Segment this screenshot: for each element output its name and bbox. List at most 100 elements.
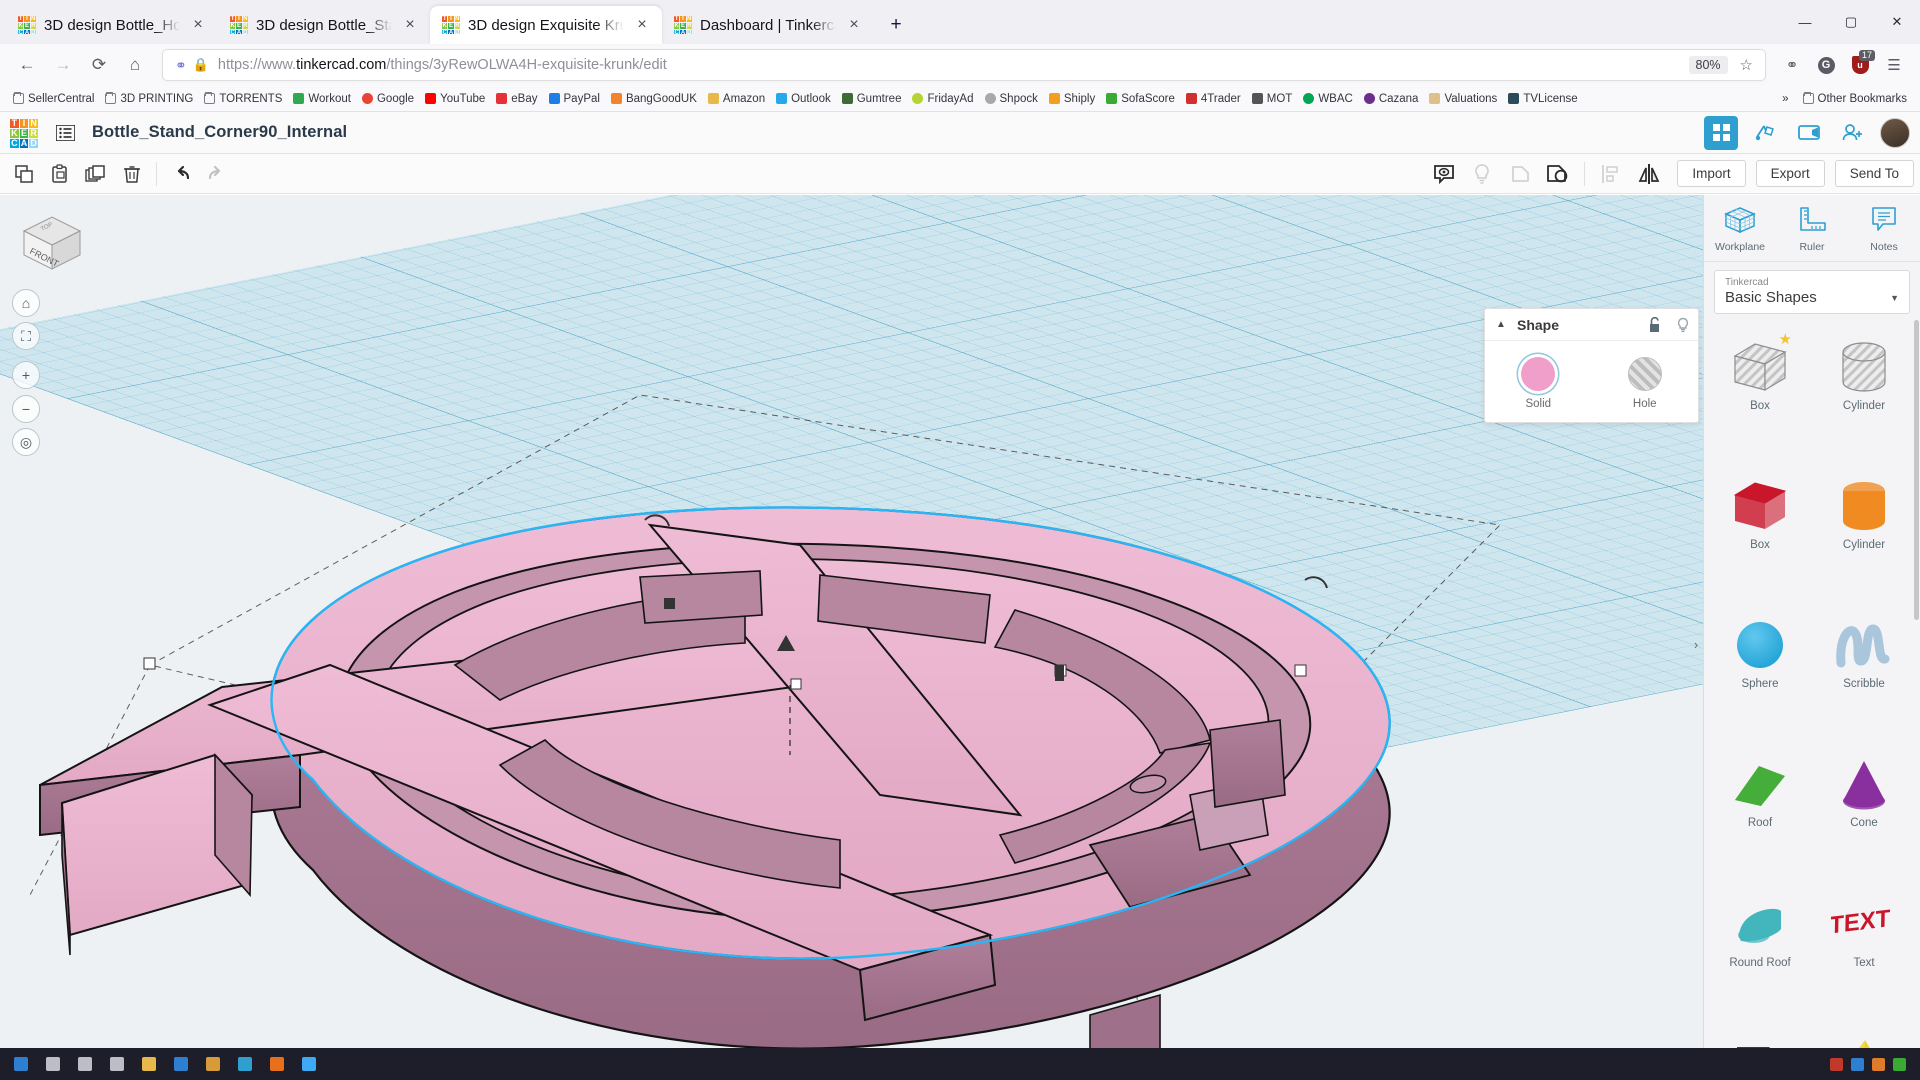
browser-tab[interactable]: TIN KER CAD Dashboard | Tinkercad × xyxy=(662,6,874,44)
bookmark-item[interactable]: SellerCentral xyxy=(8,91,99,107)
tray-red-icon[interactable] xyxy=(1830,1058,1843,1071)
bookmarks-chevron-icon[interactable]: » xyxy=(1777,91,1793,107)
shape-tile-cylinder[interactable]: Cylinder xyxy=(1812,467,1916,568)
google-account-icon[interactable]: G xyxy=(1810,49,1842,81)
reload-button[interactable]: ⟳ xyxy=(82,49,116,81)
chevron-down-icon[interactable]: ▼ xyxy=(1890,293,1899,303)
back-button[interactable]: ← xyxy=(10,49,44,81)
invite-person-icon[interactable] xyxy=(1836,116,1870,150)
task-view-icon[interactable] xyxy=(70,1050,100,1078)
search-icon[interactable] xyxy=(38,1050,68,1078)
mail-icon[interactable] xyxy=(166,1050,196,1078)
hole-option[interactable]: Hole xyxy=(1592,357,1699,410)
list-menu-icon[interactable] xyxy=(50,118,80,148)
window-close-button[interactable]: ✕ xyxy=(1874,0,1920,44)
bookmark-star-icon[interactable]: ☆ xyxy=(1734,56,1759,74)
fit-to-view-icon[interactable]: ⛶ xyxy=(12,322,40,350)
bookmark-item[interactable]: Gumtree xyxy=(837,91,907,107)
tracking-shield-icon[interactable]: ⚭ xyxy=(175,57,187,74)
widgets-icon[interactable] xyxy=(102,1050,132,1078)
bookmark-item[interactable]: Cazana xyxy=(1359,91,1424,107)
shape-tile-roof[interactable]: Roof xyxy=(1708,745,1812,846)
lightbulb-icon[interactable] xyxy=(1676,317,1690,333)
shape-tile-sphere[interactable]: Sphere xyxy=(1708,606,1812,707)
shape-outline-icon[interactable] xyxy=(1502,158,1538,190)
shape-tile-box[interactable]: Box xyxy=(1708,467,1812,568)
redo-icon[interactable] xyxy=(199,158,235,190)
bookmark-item[interactable]: Amazon xyxy=(703,91,770,107)
panel-expand-icon[interactable]: › xyxy=(1689,627,1703,661)
tab-close-icon[interactable]: × xyxy=(188,15,208,35)
import-button[interactable]: Import xyxy=(1677,160,1745,187)
bookmark-item[interactable]: PayPal xyxy=(544,91,605,107)
save-to-pocket-icon[interactable]: ⚭ xyxy=(1776,49,1808,81)
solid-swatch[interactable] xyxy=(1521,357,1555,391)
collapse-caret-icon[interactable]: ▲ xyxy=(1493,319,1509,330)
zoom-in-icon[interactable]: + xyxy=(12,361,40,389)
sidebar-scrollbar[interactable] xyxy=(1914,320,1919,620)
bookmark-item[interactable]: FridayAd xyxy=(907,91,978,107)
shape-tile-round-roof[interactable]: Round Roof xyxy=(1708,885,1812,986)
forward-button[interactable]: → xyxy=(46,49,80,81)
tab-close-icon[interactable]: × xyxy=(400,15,420,35)
tray-blue-icon[interactable] xyxy=(1851,1058,1864,1071)
shape-tile-text[interactable]: TEXTText xyxy=(1812,885,1916,986)
new-tab-button[interactable]: + xyxy=(880,9,912,41)
lightbulb-icon[interactable] xyxy=(1464,158,1500,190)
bookmark-item[interactable]: 4Trader xyxy=(1181,91,1246,107)
tab-close-icon[interactable]: × xyxy=(632,15,652,35)
bookmark-item[interactable]: Google xyxy=(357,91,419,107)
gallery-grid-icon[interactable] xyxy=(1704,116,1738,150)
copy-icon[interactable] xyxy=(6,158,42,190)
zoom-level-badge[interactable]: 80% xyxy=(1689,56,1728,74)
app-menu-icon[interactable]: ☰ xyxy=(1878,49,1910,81)
bookmark-item[interactable]: MOT xyxy=(1247,91,1298,107)
bookmark-item[interactable]: TORRENTS xyxy=(199,91,287,107)
browser-tab[interactable]: TIN KER CAD 3D design Bottle_Stand_Corne… xyxy=(218,6,430,44)
zoom-out-icon[interactable]: − xyxy=(12,395,40,423)
file-explorer-icon[interactable] xyxy=(134,1050,164,1078)
bookmark-item[interactable]: eBay xyxy=(491,91,542,107)
view-cube[interactable]: TOP FRONT xyxy=(16,209,88,275)
shape-tile-cone[interactable]: Cone xyxy=(1812,745,1916,846)
codeblocks-icon[interactable] xyxy=(1748,116,1782,150)
delete-trash-icon[interactable] xyxy=(114,158,150,190)
window-maximize-button[interactable]: ▢ xyxy=(1828,0,1874,44)
firefox-icon[interactable] xyxy=(262,1050,292,1078)
ruler-tool[interactable]: Ruler xyxy=(1776,205,1848,253)
paste-icon[interactable] xyxy=(42,158,78,190)
hole-swatch[interactable] xyxy=(1628,357,1662,391)
bookmark-item[interactable]: 3D PRINTING xyxy=(100,91,198,107)
tray-green-icon[interactable] xyxy=(1893,1058,1906,1071)
classroom-icon[interactable] xyxy=(1792,116,1826,150)
start-button[interactable] xyxy=(6,1050,36,1078)
edge-icon[interactable] xyxy=(230,1050,260,1078)
unlock-icon[interactable] xyxy=(1647,317,1662,333)
tinkercad-logo[interactable]: TIN KER CAD xyxy=(10,119,38,147)
bookmark-item[interactable]: WBAC xyxy=(1298,91,1358,107)
bookmark-item[interactable]: Valuations xyxy=(1424,91,1502,107)
address-bar[interactable]: ⚭ 🔒 https://www.tinkercad.com/things/3yR… xyxy=(162,49,1766,81)
bookmark-item[interactable]: TVLicense xyxy=(1503,91,1582,107)
bookmark-item[interactable]: SofaScore xyxy=(1101,91,1180,107)
tab-close-icon[interactable]: × xyxy=(844,15,864,35)
bookmark-item[interactable]: YouTube xyxy=(420,91,490,107)
shape-tile-box[interactable]: Box★ xyxy=(1708,328,1812,429)
orthographic-toggle-icon[interactable]: ◎ xyxy=(12,428,40,456)
shape-tile-cylinder[interactable]: Cylinder xyxy=(1812,328,1916,429)
tray-orange-icon[interactable] xyxy=(1872,1058,1885,1071)
padlock-icon[interactable]: 🔒 xyxy=(193,57,209,73)
window-minimize-button[interactable]: — xyxy=(1782,0,1828,44)
home-button[interactable]: ⌂ xyxy=(118,49,152,81)
store-icon[interactable] xyxy=(198,1050,228,1078)
group-shapes-icon[interactable] xyxy=(1540,158,1576,190)
mirror-flip-icon[interactable] xyxy=(1631,158,1667,190)
notes-tool[interactable]: Notes xyxy=(1848,205,1920,253)
ublock-origin-icon[interactable]: u 17 xyxy=(1844,49,1876,81)
3d-model[interactable] xyxy=(0,195,1703,1080)
avatar[interactable] xyxy=(1880,118,1910,148)
3d-canvas[interactable]: TOP FRONT ⌂ ⛶ + − ◎ › Edit Grid Snap Gri… xyxy=(0,195,1703,1080)
bookmark-item[interactable]: BangGoodUK xyxy=(606,91,702,107)
browser-tab[interactable]: TIN KER CAD 3D design Bottle_Holder_Slim… xyxy=(6,6,218,44)
comment-icon[interactable] xyxy=(1426,158,1462,190)
